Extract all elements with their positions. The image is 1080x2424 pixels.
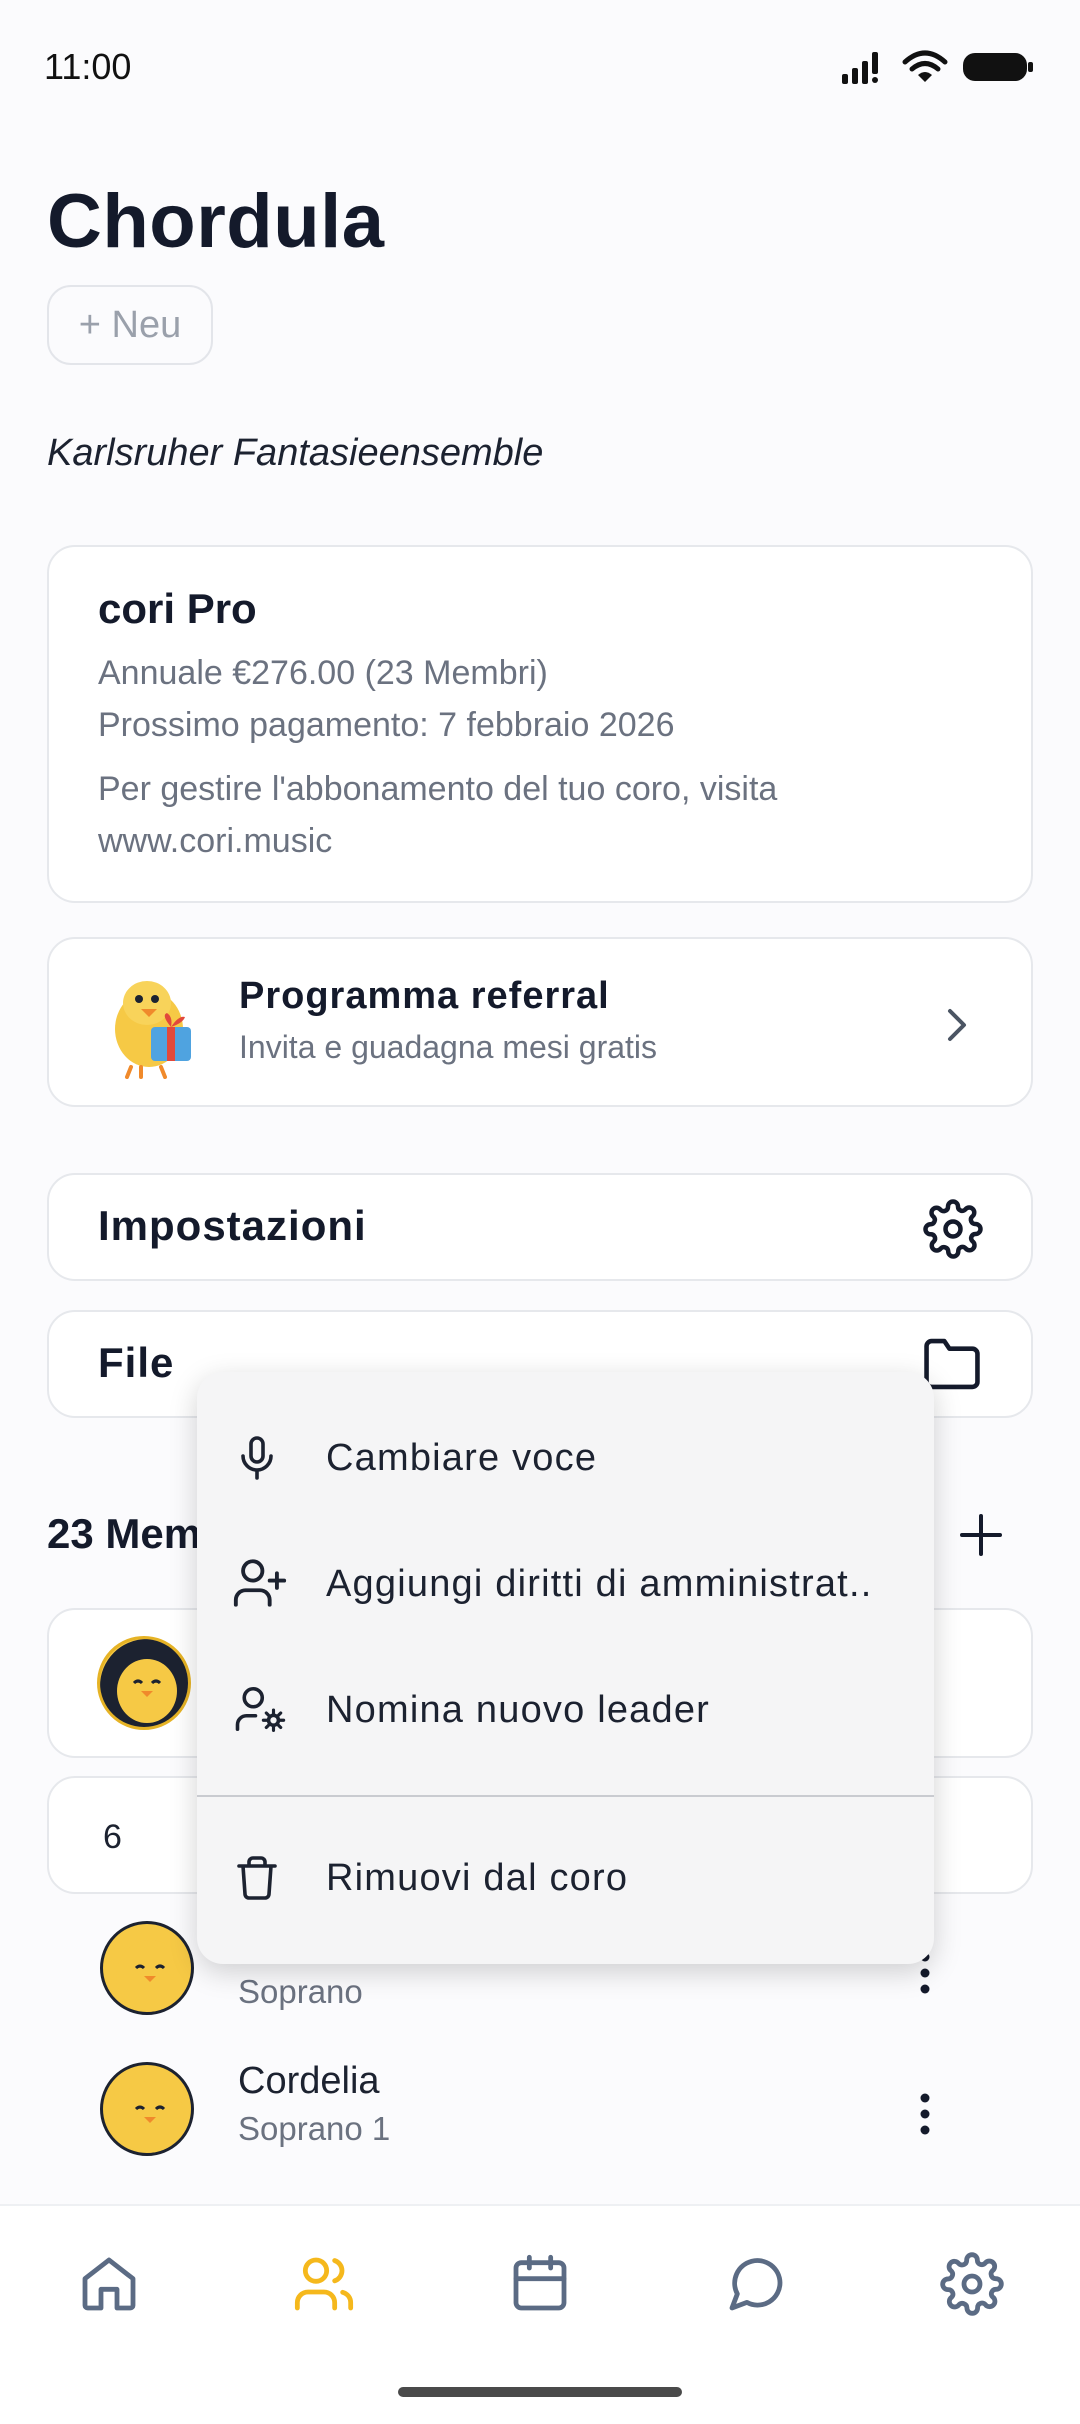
voice-group-count: 6: [103, 1818, 122, 1856]
billing-info: Annuale €276.00 (23 Membri): [98, 654, 548, 692]
subscription-card: cori Pro Annuale €276.00 (23 Membri) Pro…: [47, 545, 1033, 903]
menu-item-remove-from-choir[interactable]: Rimuovi dal coro: [197, 1818, 934, 1938]
gear-icon: [923, 1199, 983, 1259]
add-member-icon[interactable]: [958, 1512, 1004, 1558]
new-choir-button[interactable]: + Neu: [47, 285, 213, 365]
member-voice: Soprano: [238, 1973, 363, 2010]
menu-item-label: Rimuovi dal coro: [326, 1856, 629, 1899]
signal-icon: [842, 52, 878, 84]
avatar: [100, 1921, 194, 2015]
list-item[interactable]: Cordelia Soprano 1: [47, 2058, 1033, 2188]
settings-label: Impostazioni: [98, 1202, 367, 1249]
user-cog-icon: [235, 1686, 286, 1732]
menu-item-label: Nomina nuovo leader: [326, 1688, 711, 1731]
menu-item-label: Cambiare voce: [326, 1436, 598, 1479]
manage-subscription-link[interactable]: www.cori.music: [98, 815, 332, 867]
status-icons: [840, 50, 1034, 84]
next-payment: Prossimo pagamento: 7 febbraio 2026: [98, 706, 675, 744]
home-icon[interactable]: [77, 2252, 141, 2316]
microphone-icon: [241, 1436, 273, 1480]
settings-row[interactable]: Impostazioni: [47, 1173, 1033, 1281]
menu-item-appoint-leader[interactable]: Nomina nuovo leader: [197, 1650, 934, 1770]
status-time: 11:00: [44, 46, 132, 87]
member-name: Cordelia: [238, 2060, 380, 2102]
referral-subtitle: Invita e guadagna mesi gratis: [239, 1029, 658, 1065]
members-heading: 23 Mem: [47, 1510, 202, 1557]
menu-item-change-voice[interactable]: Cambiare voce: [197, 1398, 934, 1518]
more-vertical-icon[interactable]: [919, 2092, 931, 2136]
choir-name: Karlsruher Fantasieensemble: [47, 432, 544, 474]
calendar-icon[interactable]: [508, 2252, 572, 2316]
home-indicator[interactable]: [398, 2387, 682, 2397]
user-plus-icon: [233, 1559, 287, 1607]
plan-name: cori Pro: [98, 585, 257, 632]
avatar: [97, 1636, 191, 1730]
manage-subscription-text: Per gestire l'abbonamento del tuo coro, …: [98, 770, 778, 808]
menu-item-label: Aggiungi diritti di amministrat..: [326, 1562, 873, 1605]
menu-divider: [197, 1795, 934, 1797]
member-voice: Soprano 1: [238, 2110, 391, 2147]
new-button-label: + Neu: [78, 303, 182, 346]
battery-icon: [963, 53, 1033, 81]
avatar: [100, 2062, 194, 2156]
referral-mascot-icon: [115, 981, 191, 1079]
referral-card[interactable]: Programma referral Invita e guadagna mes…: [47, 937, 1033, 1107]
page-title: Chordula: [47, 179, 385, 264]
menu-item-add-admin-rights[interactable]: Aggiungi diritti di amministrat..: [197, 1524, 934, 1644]
folder-icon: [924, 1338, 980, 1390]
referral-title: Programma referral: [239, 975, 610, 1017]
trash-icon: [237, 1856, 277, 1900]
member-context-menu: Cambiare voce Aggiungi diritti di ammini…: [197, 1372, 934, 1964]
settings-icon[interactable]: [940, 2252, 1004, 2316]
files-label: File: [98, 1339, 175, 1386]
members-icon[interactable]: [292, 2252, 356, 2316]
wifi-icon: [902, 50, 948, 82]
chevron-right-icon: [948, 1009, 966, 1041]
chat-icon[interactable]: [724, 2252, 788, 2316]
